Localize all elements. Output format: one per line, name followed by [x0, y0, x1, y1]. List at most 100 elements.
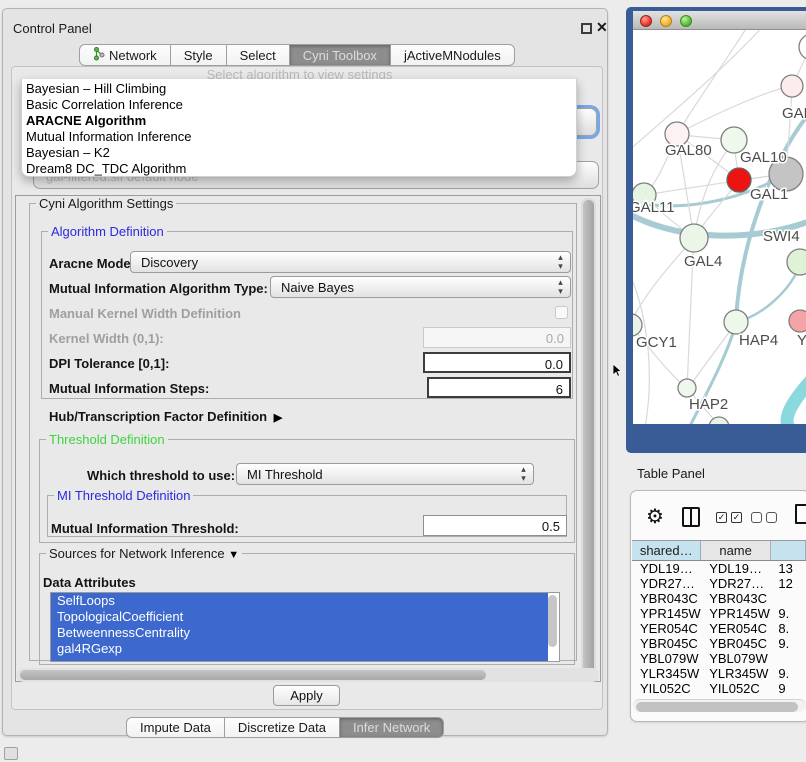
sources-title[interactable]: Sources for Network Inference ▼ [46, 546, 242, 561]
minimize-traffic-light-icon[interactable] [660, 15, 672, 27]
algorithm-option[interactable]: Mutual Information Inference [22, 129, 576, 145]
float-window-button[interactable] [581, 23, 592, 34]
network-node-y[interactable] [789, 310, 806, 332]
attribute-item[interactable]: SelfLoops [51, 593, 548, 609]
network-edge[interactable] [689, 323, 736, 387]
which-threshold-value: MI Threshold [247, 467, 323, 482]
table-row[interactable]: YER054CYER054C8. [632, 621, 806, 636]
close-icon[interactable]: ✕ [596, 19, 608, 36]
table-panel-title: Table Panel [637, 466, 705, 481]
network-canvas[interactable]: GAL80GAL10GAL1GAL11GAL4SWI4GCY1HAP4YHAP2… [633, 30, 806, 424]
table-cell: YER054C [701, 621, 770, 636]
tab-discretize-data[interactable]: Discretize Data [225, 717, 340, 738]
network-node-gal4[interactable] [680, 224, 708, 252]
mi-type-combo[interactable]: Naive Bayes ▴▾ [270, 276, 571, 298]
node-label-swi4: SWI4 [763, 228, 800, 245]
algorithm-option[interactable]: Basic Correlation Inference [22, 97, 576, 113]
attribute-table: shared…name YDL19…YDL19…13YDR27…YDR27…12… [632, 540, 806, 698]
dpi-tolerance-field[interactable]: 0.0 [423, 352, 571, 373]
table-row[interactable]: YDL19…YDL19…13 [632, 561, 806, 576]
spinner-arrows-icon: ▴▾ [517, 465, 530, 483]
minimized-panel-icon[interactable] [4, 747, 18, 760]
mi-threshold-label: Mutual Information Threshold: [51, 521, 239, 536]
network-view-window[interactable]: GAL80GAL10GAL1GAL11GAL4SWI4GCY1HAP4YHAP2… [626, 7, 806, 453]
network-edge[interactable] [677, 30, 749, 134]
network-node-gcy1[interactable] [633, 314, 642, 336]
tab-label: Select [240, 48, 276, 63]
table-row[interactable]: YBL079WYBL079W [632, 651, 806, 666]
attributes-scrollbar[interactable] [547, 594, 558, 660]
table-horizontal-scrollbar[interactable] [633, 699, 806, 712]
network-window-titlebar[interactable] [633, 11, 806, 30]
select-all-checkboxes-icon[interactable]: ✓✓ [716, 512, 742, 523]
attribute-item[interactable]: TopologicalCoefficient [51, 609, 548, 625]
spinner-arrows-icon: ▴▾ [554, 278, 567, 296]
tab-style[interactable]: Style [171, 44, 227, 66]
algorithm-option[interactable]: Bayesian – K2 [22, 145, 576, 161]
column-header[interactable] [771, 541, 806, 560]
table-cell: YIL052C [701, 681, 770, 696]
data-attributes-list[interactable]: SelfLoopsTopologicalCoefficientBetweenne… [50, 592, 560, 662]
tab-network[interactable]: Network [79, 44, 171, 66]
expanded-arrow-icon[interactable]: ▼ [228, 549, 239, 561]
table-cell: YDL19… [632, 561, 701, 576]
tab-jactivemnodules[interactable]: jActiveMNodules [391, 44, 515, 66]
tab-select[interactable]: Select [227, 44, 290, 66]
table-row[interactable]: YLR345WYLR345W9. [632, 666, 806, 681]
hub-definition-toggle[interactable]: Hub/Transcription Factor Definition ▶ [49, 409, 282, 424]
table-row[interactable]: YDR27…YDR27…12 [632, 576, 806, 591]
columns-icon[interactable] [682, 507, 700, 527]
gear-icon[interactable]: ⚙ [646, 504, 664, 529]
network-node-hap4[interactable] [724, 310, 748, 334]
tab-label: Network [109, 48, 157, 63]
tab-label: Style [184, 48, 213, 63]
table-cell: 9 [770, 681, 806, 696]
zoom-traffic-light-icon[interactable] [680, 15, 692, 27]
network-node-swi4[interactable] [787, 249, 806, 275]
manual-kernel-label: Manual Kernel Width Definition [49, 306, 241, 321]
table-cell: 9. [770, 666, 806, 681]
table-row[interactable]: YBR043CYBR043C [632, 591, 806, 606]
settings-vertical-scrollbar[interactable] [581, 198, 596, 678]
table-cell: YIL052C [632, 681, 701, 696]
algorithm-option[interactable]: Dream8 DC_TDC Algorithm [22, 161, 576, 177]
network-node-hap2[interactable] [678, 379, 696, 397]
column-header[interactable]: name [701, 541, 770, 560]
cyni-algorithm-settings-title: Cyni Algorithm Settings [36, 196, 176, 211]
apply-button[interactable]: Apply [273, 685, 340, 706]
attribute-item[interactable]: gal4RGexp [51, 641, 548, 657]
network-node[interactable] [799, 34, 806, 60]
node-label-gal4: GAL4 [684, 253, 722, 270]
mi-type-label: Mutual Information Algorithm Type: [49, 281, 268, 296]
settings-horizontal-scrollbar[interactable] [17, 668, 599, 682]
table-row[interactable]: YPR145WYPR145W9. [632, 606, 806, 621]
network-edge[interactable] [787, 376, 806, 424]
algorithm-option[interactable]: ARACNE Algorithm [22, 113, 576, 129]
mi-threshold-field[interactable]: 0.5 [423, 515, 567, 536]
table-cell: 9. [770, 606, 806, 621]
control-panel-tab-bar: Network Style Select Cyni ToolboxjActiveMNo… [79, 44, 515, 66]
column-header[interactable]: shared… [632, 541, 701, 560]
network-node-gal1[interactable] [727, 168, 751, 192]
close-traffic-light-icon[interactable] [640, 15, 652, 27]
manual-kernel-checkbox[interactable] [555, 306, 568, 319]
aracne-mode-combo[interactable]: Discovery ▴▾ [130, 251, 571, 273]
tab-cyni-toolbox[interactable]: Cyni Toolbox [290, 44, 391, 66]
attribute-item[interactable]: BetweennessCentrality [51, 625, 548, 641]
mi-steps-field[interactable]: 6 [427, 377, 571, 398]
network-node[interactable] [781, 75, 803, 97]
which-threshold-combo[interactable]: MI Threshold ▴▾ [236, 463, 534, 485]
control-panel-window: Control Panel ✕ NetworkStyleSelectCyni T… [2, 8, 608, 736]
table-cell: 13 [770, 561, 806, 576]
tab-label: Infer Network [353, 720, 430, 735]
algorithm-option[interactable]: Bayesian – Hill Climbing [22, 81, 576, 97]
document-icon[interactable] [795, 504, 806, 524]
table-row[interactable]: YIL052CYIL052C9 [632, 681, 806, 696]
tab-infer-network[interactable]: Infer Network [340, 717, 444, 738]
deselect-all-checkboxes-icon[interactable] [751, 512, 777, 523]
tab-impute-data[interactable]: Impute Data [126, 717, 225, 738]
collapsed-arrow-icon[interactable]: ▶ [271, 412, 283, 424]
table-cell [770, 591, 806, 606]
table-cell: 8. [770, 621, 806, 636]
table-row[interactable]: YBR045CYBR045C9. [632, 636, 806, 651]
